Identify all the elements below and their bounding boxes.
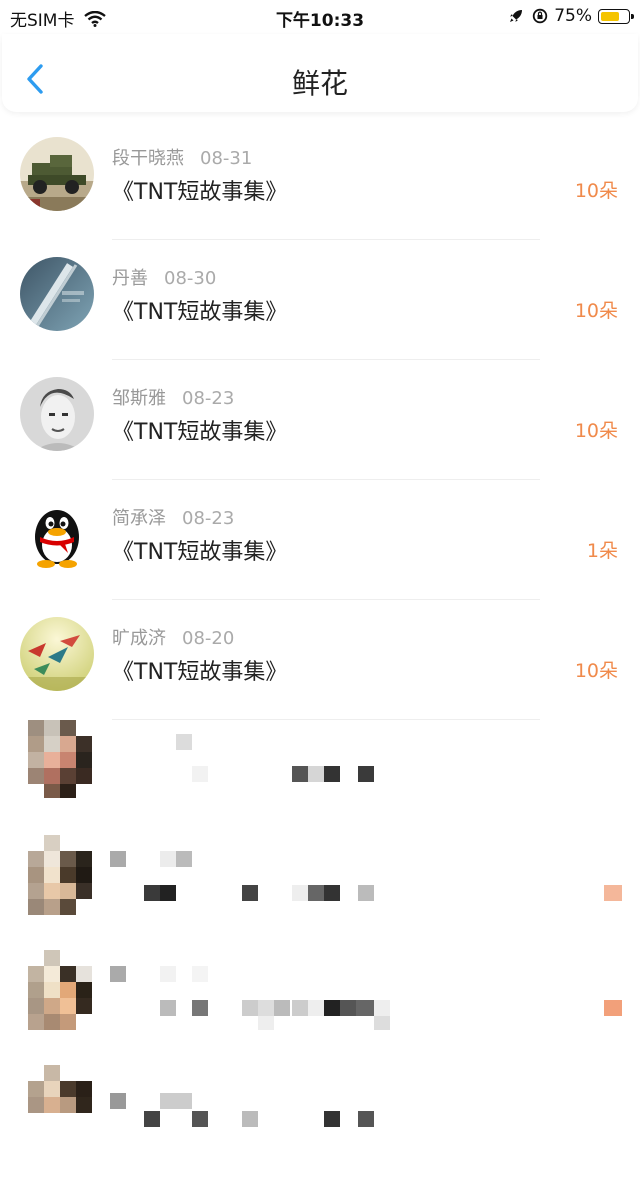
sender-name: 邹斯雅 xyxy=(112,388,166,409)
pixelated-list-item xyxy=(0,1065,640,1180)
sender-meta: 邹斯雅 08-23 xyxy=(112,384,234,410)
pixelated-content xyxy=(28,950,622,1030)
pixelated-list-item xyxy=(0,835,640,950)
flower-count: 10朵 xyxy=(574,420,618,442)
status-bar: 无SIM卡 下午10:33 75% xyxy=(0,0,640,34)
flower-count: 10朵 xyxy=(574,180,618,202)
list-item[interactable]: 邹斯雅 08-23 《TNT短故事集》 10朵 xyxy=(0,360,640,480)
gift-date: 08-30 xyxy=(164,268,217,289)
nav-header: 鲜花 xyxy=(2,34,638,112)
book-title[interactable]: 《TNT短故事集》 xyxy=(112,174,287,206)
list-item[interactable]: 丹善 08-30 《TNT短故事集》 10朵 xyxy=(0,240,640,360)
pixelated-content xyxy=(28,835,622,915)
pixelated-content xyxy=(28,1065,374,1127)
penguin-avatar-icon[interactable] xyxy=(20,497,94,571)
avatar[interactable] xyxy=(20,137,94,211)
sender-name: 丹善 xyxy=(112,268,148,289)
avatar[interactable] xyxy=(20,377,94,451)
book-title[interactable]: 《TNT短故事集》 xyxy=(112,294,287,326)
avatar[interactable] xyxy=(20,617,94,691)
gift-date: 08-31 xyxy=(200,148,253,169)
pixelated-list-item xyxy=(0,720,640,835)
sender-meta: 旷成济 08-20 xyxy=(112,624,234,650)
flower-list: 段干晓燕 08-31 《TNT短故事集》 10朵 丹善 08-30 《TNT短故事集… xyxy=(0,120,640,1180)
page-title: 鲜花 xyxy=(291,67,348,100)
pixelated-content xyxy=(28,720,374,798)
book-title[interactable]: 《TNT短故事集》 xyxy=(112,654,287,686)
sender-meta: 段干晓燕 08-31 xyxy=(112,144,252,170)
gift-date: 08-23 xyxy=(182,508,235,529)
rocket-icon xyxy=(508,8,524,24)
flower-count: 10朵 xyxy=(574,300,618,322)
gift-date: 08-23 xyxy=(182,388,235,409)
status-right: 75% xyxy=(508,6,634,26)
sender-name: 段干晓燕 xyxy=(112,148,184,169)
flower-count: 1朵 xyxy=(586,540,618,562)
pixelated-list-item xyxy=(0,950,640,1065)
avatar[interactable] xyxy=(20,257,94,331)
book-title[interactable]: 《TNT短故事集》 xyxy=(112,414,287,446)
list-item[interactable]: 旷成济 08-20 《TNT短故事集》 10朵 xyxy=(0,600,640,720)
list-item[interactable]: 段干晓燕 08-31 《TNT短故事集》 10朵 xyxy=(0,120,640,240)
sender-name: 旷成济 xyxy=(112,628,166,649)
sender-meta: 丹善 08-30 xyxy=(112,264,216,290)
flower-count: 10朵 xyxy=(574,660,618,682)
rotation-lock-icon xyxy=(532,8,548,24)
battery-icon xyxy=(598,8,634,24)
sender-meta: 简承泽 08-23 xyxy=(112,504,234,530)
battery-percent: 75% xyxy=(554,6,592,26)
list-item[interactable]: 简承泽 08-23 《TNT短故事集》 1朵 xyxy=(0,480,640,600)
book-title[interactable]: 《TNT短故事集》 xyxy=(112,534,287,566)
sender-name: 简承泽 xyxy=(112,508,166,529)
gift-date: 08-20 xyxy=(182,628,235,649)
